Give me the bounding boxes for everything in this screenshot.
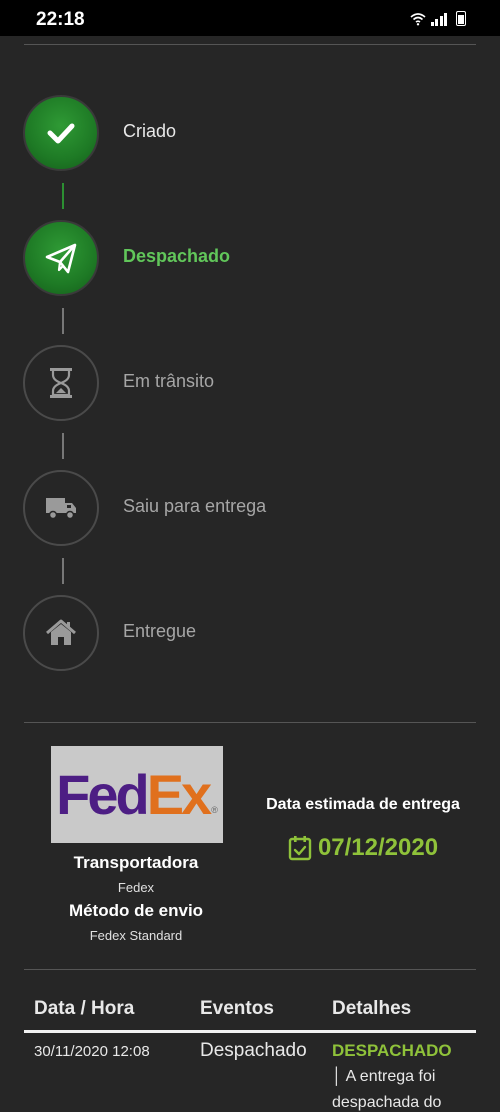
step-circle <box>23 345 99 421</box>
divider <box>24 44 476 45</box>
status-time: 22:18 <box>36 9 85 30</box>
events-table-header: Data / Hora Eventos Detalhes <box>24 998 476 1033</box>
step-circle <box>23 95 99 171</box>
step-label: Entregue <box>123 621 197 641</box>
status-bar: 22:18 <box>0 0 500 36</box>
battery-icon <box>456 11 466 26</box>
date-value: 07/12/2020 <box>317 834 439 861</box>
check-icon <box>47 123 75 144</box>
hourglass-icon <box>50 368 72 398</box>
registered-mark: ® <box>211 805 218 815</box>
calendar-check-icon <box>288 836 312 861</box>
paper-plane-icon <box>45 243 77 274</box>
row-detail-text: │ A entrega foi <box>332 1068 436 1085</box>
row-detail-text: despachada do <box>332 1094 442 1111</box>
row-datetime: 30/11/2020 12:08 <box>34 1043 150 1060</box>
step-connector <box>62 433 64 459</box>
step-label: Despachado <box>123 246 231 266</box>
divider <box>24 969 476 970</box>
step-label: Saiu para entrega <box>123 496 267 516</box>
step-connector <box>62 183 64 209</box>
step-entregue: Entregue <box>23 595 463 673</box>
carrier-value: Fedex <box>117 880 155 895</box>
row-event: Despachado <box>200 1040 307 1061</box>
step-em-transito: Em trânsito <box>23 345 463 423</box>
estimated-delivery-date: 07/12/2020 <box>250 834 476 862</box>
logo-fed: Fed <box>56 763 150 826</box>
method-label: Método de envio <box>68 901 204 920</box>
method-value: Fedex Standard <box>89 928 183 943</box>
signal-icon <box>430 13 447 26</box>
row-detail-status: DESPACHADO <box>332 1041 452 1060</box>
step-criado: Criado <box>23 95 463 173</box>
step-connector <box>62 558 64 584</box>
header-details: Detalhes <box>332 998 412 1019</box>
step-label: Criado <box>123 121 177 141</box>
status-icons <box>409 11 466 26</box>
header-datetime: Data / Hora <box>34 998 135 1019</box>
step-circle <box>23 470 99 546</box>
step-circle <box>23 220 99 296</box>
divider <box>24 722 476 723</box>
step-label: Em trânsito <box>123 371 215 391</box>
carrier-info: Transportadora Fedex Método de envio Fed… <box>30 853 242 943</box>
truck-icon <box>46 498 76 520</box>
header-events: Eventos <box>200 998 274 1019</box>
home-icon <box>46 619 76 645</box>
step-despachado: Despachado <box>23 220 463 298</box>
logo-ex: Ex <box>146 763 212 826</box>
carrier-label: Transportadora <box>73 853 199 872</box>
step-circle <box>23 595 99 671</box>
wifi-icon <box>409 13 426 26</box>
step-saiu-para-entrega: Saiu para entrega <box>23 470 463 548</box>
step-connector <box>62 308 64 334</box>
estimated-delivery-title: Data estimada de entrega <box>266 796 460 813</box>
fedex-logo: Fed Ex ® <box>51 746 223 843</box>
